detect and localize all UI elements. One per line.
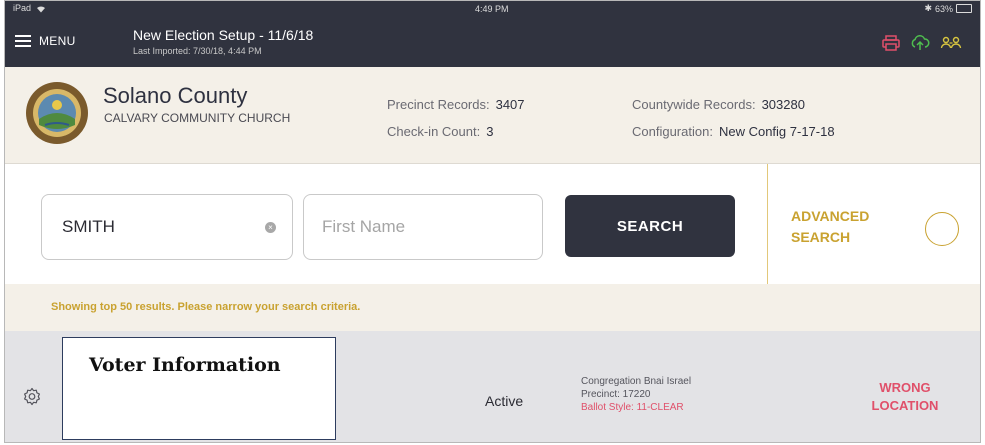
countywide-records-value: 303280 bbox=[761, 97, 805, 112]
county-seal-icon bbox=[25, 81, 89, 145]
advanced-search-toggle[interactable] bbox=[925, 212, 959, 246]
hamburger-icon bbox=[15, 35, 31, 47]
checkin-count-label: Check-in Count: bbox=[387, 124, 481, 139]
last-imported: Last Imported: 7/30/18, 4:44 PM bbox=[133, 46, 262, 56]
configuration-row: Configuration: New Config 7-17-18 bbox=[632, 118, 835, 145]
precinct-records-label: Precinct Records: bbox=[387, 97, 490, 112]
wifi-icon bbox=[36, 6, 45, 13]
configuration-value: New Config 7-17-18 bbox=[718, 124, 835, 139]
precinct-number: Precinct: 17220 bbox=[581, 389, 651, 400]
printer-icon[interactable] bbox=[882, 35, 900, 51]
search-area: SMITH × SEARCH ADVANCED SEARCH bbox=[5, 164, 980, 284]
precinct-stats: Precinct Records: 3407 Check-in Count: 3 bbox=[387, 91, 525, 145]
results-notice: Showing top 50 results. Please narrow yo… bbox=[5, 284, 980, 331]
voter-result-row[interactable]: Voter Information Active Congregation Bn… bbox=[5, 331, 980, 442]
voter-info-title: Voter Information bbox=[89, 354, 281, 376]
cloud-upload-icon[interactable] bbox=[910, 35, 930, 51]
wrong-location-flag[interactable]: WRONG LOCATION bbox=[865, 379, 945, 415]
county-name: Solano County bbox=[103, 83, 248, 108]
polling-location-name: CALVARY COMMUNITY CHURCH bbox=[104, 111, 291, 125]
county-stats: Countywide Records: 303280 Configuration:… bbox=[632, 91, 835, 145]
search-divider bbox=[767, 164, 768, 284]
top-icons bbox=[882, 35, 962, 51]
users-icon[interactable] bbox=[940, 36, 962, 50]
checkin-count-row: Check-in Count: 3 bbox=[387, 118, 525, 145]
menu-label: MENU bbox=[39, 34, 76, 48]
clear-icon[interactable]: × bbox=[265, 222, 276, 233]
polling-place-name: Congregation Bnai Israel bbox=[581, 376, 692, 387]
status-carrier: iPad bbox=[13, 3, 46, 13]
menu-button[interactable]: MENU bbox=[15, 34, 76, 48]
battery-percent: 63% bbox=[934, 3, 953, 14]
election-title: New Election Setup - 11/6/18 bbox=[133, 27, 314, 43]
results-notice-text: Showing top 50 results. Please narrow yo… bbox=[51, 301, 361, 313]
first-name-field[interactable] bbox=[303, 194, 543, 260]
configuration-label: Configuration: bbox=[632, 124, 713, 139]
county-header: Solano County CALVARY COMMUNITY CHURCH P… bbox=[5, 67, 980, 164]
carrier-label: iPad bbox=[13, 3, 32, 13]
battery-icon bbox=[956, 4, 972, 13]
top-bar: iPad 4:49 PM ✱ 63% MENU New Election Set… bbox=[5, 1, 980, 67]
status-time: 4:49 PM bbox=[475, 4, 509, 14]
checkin-count-value: 3 bbox=[486, 124, 494, 139]
countywide-records-label: Countywide Records: bbox=[632, 97, 756, 112]
polling-place-info: Congregation Bnai Israel Precinct: 17220… bbox=[581, 375, 691, 414]
search-button[interactable]: SEARCH bbox=[565, 195, 735, 257]
gear-icon[interactable] bbox=[22, 387, 42, 412]
advanced-search-label[interactable]: ADVANCED SEARCH bbox=[791, 206, 911, 248]
ballot-style: Ballot Style: 11-CLEAR bbox=[581, 402, 684, 413]
voter-info-box: Voter Information bbox=[62, 337, 336, 440]
precinct-records-value: 3407 bbox=[495, 97, 525, 112]
status-right: ✱ 63% bbox=[924, 3, 972, 14]
app-frame: iPad 4:49 PM ✱ 63% MENU New Election Set… bbox=[4, 0, 981, 443]
last-name-field[interactable]: SMITH × bbox=[41, 194, 293, 260]
bluetooth-icon: ✱ bbox=[924, 3, 932, 13]
countywide-records-row: Countywide Records: 303280 bbox=[632, 91, 835, 118]
precinct-records-row: Precinct Records: 3407 bbox=[387, 91, 525, 118]
voter-status: Active bbox=[485, 393, 524, 409]
last-name-value: SMITH bbox=[62, 217, 115, 236]
